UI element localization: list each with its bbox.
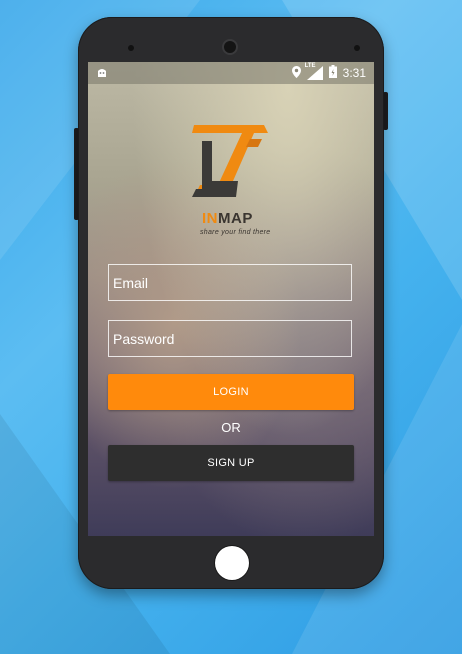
app-screen: LTE 3:31 INMAP share your find there Ema… (88, 62, 374, 536)
android-icon (96, 66, 108, 78)
password-placeholder: Password (113, 330, 175, 347)
status-icons: LTE 3:31 (291, 62, 366, 84)
email-input[interactable]: Email (108, 264, 352, 301)
signal-icon: LTE (304, 63, 323, 80)
brand-tagline: share your find there (200, 229, 271, 236)
front-camera (224, 41, 236, 53)
status-time: 3:31 (342, 66, 366, 80)
battery-icon (328, 65, 337, 81)
login-button[interactable]: LOGIN (108, 374, 354, 410)
status-bar: LTE 3:31 (88, 62, 374, 84)
brand-name: INMAP (202, 210, 253, 227)
location-icon (291, 65, 301, 81)
signup-button[interactable]: SIGN UP (108, 445, 354, 481)
or-divider-label: OR (221, 420, 241, 435)
home-button[interactable] (215, 546, 249, 580)
phone-frame: LTE 3:31 INMAP share your find there Ema… (78, 17, 384, 589)
email-placeholder: Email (113, 274, 149, 291)
app-logo-icon (192, 125, 268, 197)
network-type-label: LTE (304, 63, 316, 69)
earpiece (128, 45, 134, 51)
proximity-sensor (354, 45, 360, 51)
password-input[interactable]: Password (108, 320, 352, 357)
